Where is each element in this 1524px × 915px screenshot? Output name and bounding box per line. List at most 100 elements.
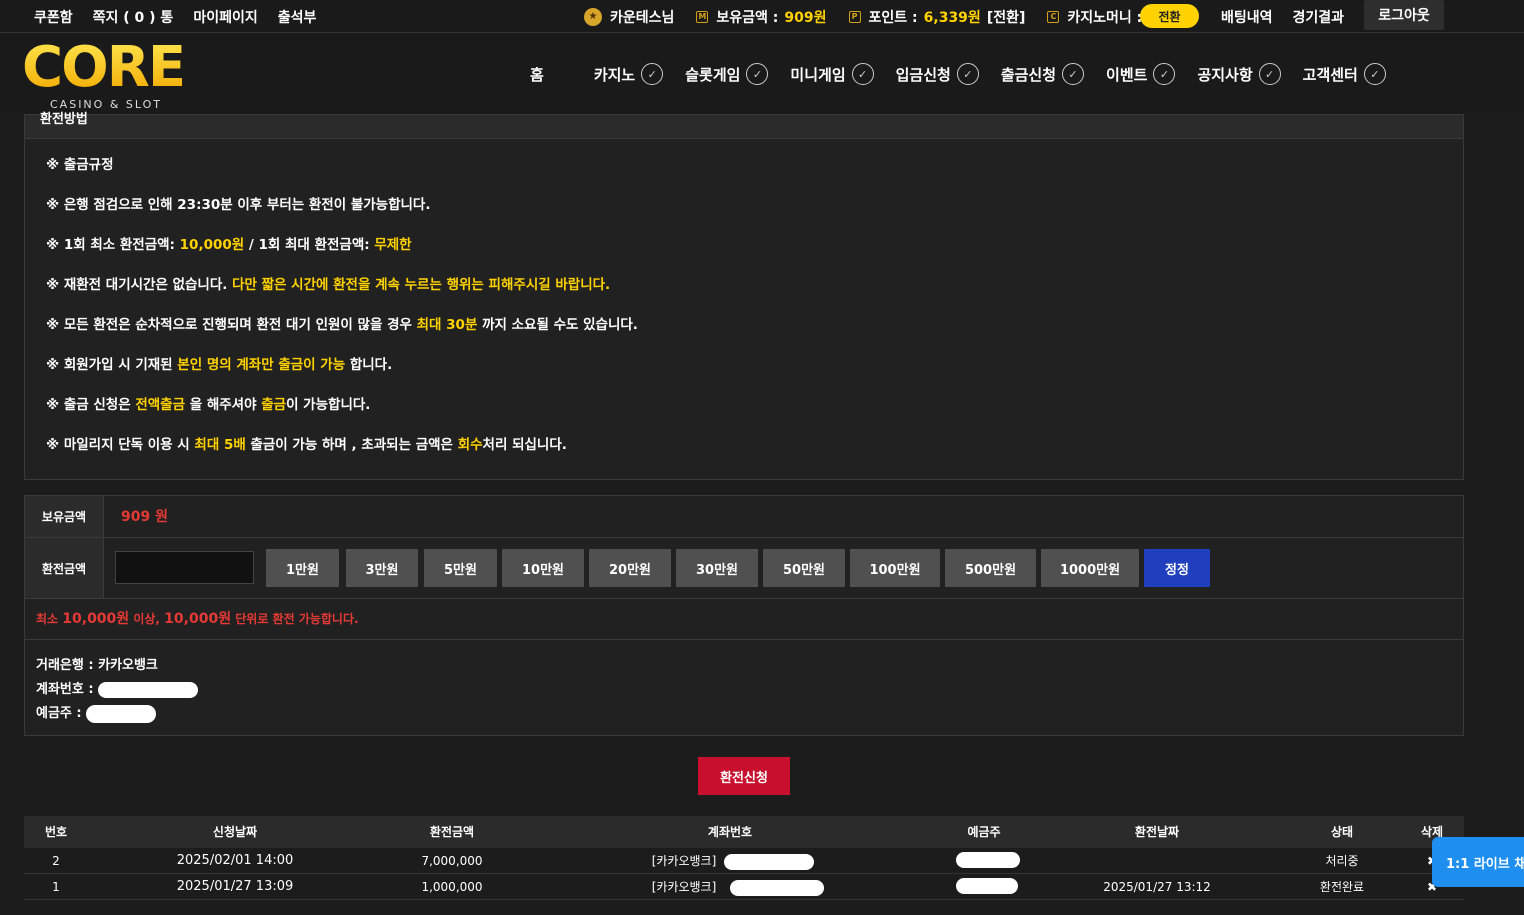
chevron-down-icon: ✓: [956, 63, 979, 85]
amount-1m-button[interactable]: 100만원: [850, 549, 940, 587]
point-icon: P: [848, 10, 861, 23]
amount-200k-button[interactable]: 20만원: [589, 549, 671, 587]
nav-notice[interactable]: 공지사항 ✓: [1197, 63, 1281, 85]
rule-highlight: 다만 짧은 시간에 환전을 계속 누르는 행위는 피해주시길 바랍니다.: [232, 277, 611, 293]
nav-slot[interactable]: 슬롯게임 ✓: [685, 63, 769, 85]
casino-money-icon: C: [1047, 10, 1060, 23]
amount-row-label: 환전금액: [25, 538, 104, 598]
nav-deposit-label: 입금신청: [895, 65, 951, 84]
rule-text: 합니다.: [345, 357, 393, 373]
user-coin-icon: ★: [584, 7, 602, 26]
attendance-link[interactable]: 출석부: [278, 7, 317, 27]
note-text: 이상,: [129, 612, 165, 626]
redacted-account: [724, 854, 814, 870]
bet-history-link[interactable]: 배팅내역: [1221, 7, 1273, 27]
message-link[interactable]: 쪽지 ( 0 ) 통: [93, 7, 174, 27]
rule-text: 출금이 가능 하며 , 초과되는 금액은: [245, 437, 458, 453]
amount-300k-button[interactable]: 30만원: [676, 549, 758, 587]
chevron-down-icon: ✓: [746, 63, 769, 85]
main-header: CORE CASINO & SLOT 홈 카지노 ✓ 슬롯게임 ✓ 미니게임 ✓ 입금…: [0, 34, 1524, 114]
chevron-down-icon: ✓: [1062, 63, 1085, 85]
withdraw-amount-input[interactable]: [115, 551, 254, 584]
account-line: 계좌번호 :: [36, 678, 199, 702]
col-account: 계좌번호: [707, 825, 753, 839]
rule-item: ※ 은행 점검으로 인해 23:30분 이후 부터는 환전이 불가능합니다.: [46, 193, 638, 233]
withdraw-rules: 환전방법 ※ 출금규정 ※ 은행 점검으로 인해 23:30분 이후 부터는 환…: [24, 113, 1464, 480]
amount-500k-button[interactable]: 50만원: [763, 549, 845, 587]
withdraw-history-table: 번호 신청날짜 환전금액 계좌번호 예금주 환전날짜 상태 삭제 2 2025/…: [24, 816, 1464, 900]
amount-5m-button[interactable]: 500만원: [945, 549, 1036, 587]
min-withdraw-note: 최소 10,000원 이상, 10,000원 단위로 환전 가능합니다.: [36, 599, 359, 640]
reset-button[interactable]: 정정: [1144, 549, 1210, 587]
logo-subtext: CASINO & SLOT: [50, 98, 162, 111]
amount-50k-button[interactable]: 5만원: [424, 549, 497, 587]
bank-info-row: 거래은행 : 카카오뱅크 계좌번호 : 예금주 :: [25, 640, 1463, 735]
rule-highlight: 회수: [457, 437, 483, 453]
nav-home-label: 홈: [530, 65, 544, 84]
redacted-holder: [956, 852, 1020, 868]
point-convert-link[interactable]: [전환]: [987, 7, 1026, 27]
balance-row-label: 보유금액: [25, 496, 104, 537]
money-icon: M: [696, 10, 709, 23]
nav-withdraw-label: 출금신청: [1000, 65, 1057, 84]
rule-highlight: 10,000원: [179, 237, 245, 253]
nav-withdraw[interactable]: 출금신청 ✓: [1000, 63, 1085, 85]
note-amount: 10,000원: [164, 611, 232, 627]
nav-minigame-label: 미니게임: [790, 65, 846, 84]
amount-30k-button[interactable]: 3만원: [346, 549, 418, 587]
bank-info: 거래은행 : 카카오뱅크 계좌번호 : 예금주 :: [36, 654, 199, 726]
redacted-account: [98, 681, 199, 698]
coupon-link[interactable]: 쿠폰함: [34, 7, 73, 27]
withdraw-submit-button[interactable]: 환전신청: [698, 757, 790, 795]
bank-name: 카카오뱅크: [98, 658, 158, 673]
point-value: 6,339원: [923, 9, 981, 26]
mypage-link[interactable]: 마이페이지: [193, 7, 257, 27]
col-status: 상태: [1330, 825, 1354, 839]
col-no: 번호: [44, 825, 68, 839]
chevron-down-icon: ✓: [1258, 63, 1281, 85]
nav-event-label: 이벤트: [1106, 65, 1148, 84]
nav-casino-label: 카지노: [593, 65, 636, 84]
convert-button[interactable]: 전환: [1140, 4, 1199, 28]
nav-support[interactable]: 고객센터 ✓: [1303, 63, 1386, 85]
live-chat-button[interactable]: 1:1 라이브 채팅: [1432, 837, 1524, 887]
rule-text: 처리 되십니다.: [482, 437, 567, 453]
rule-item: ※ 출금 신청은 전액출금 을 해주셔야 출금이 가능합니다.: [46, 393, 638, 433]
rule-text: ※ 재환전 대기시간은 없습니다.: [46, 277, 233, 293]
redacted-holder: [956, 878, 1018, 894]
nav-event[interactable]: 이벤트 ✓: [1106, 63, 1176, 85]
chevron-down-icon: ✓: [1363, 63, 1386, 85]
amount-100k-button[interactable]: 10만원: [502, 549, 584, 587]
site-logo[interactable]: CORE CASINO & SLOT: [22, 40, 187, 112]
nav-deposit[interactable]: 입금신청 ✓: [896, 63, 979, 85]
rule-item: ※ 출금규정: [46, 153, 638, 193]
amount-10k-button[interactable]: 1만원: [266, 549, 339, 587]
match-results-link[interactable]: 경기결과: [1293, 7, 1345, 27]
rule-highlight: 무제한: [374, 237, 412, 253]
main-nav: 홈 카지노 ✓ 슬롯게임 ✓ 미니게임 ✓ 입금신청 ✓ 출금신청 ✓ 이벤트 ✓ 공지사항…: [530, 34, 1408, 114]
nav-casino[interactable]: 카지노 ✓: [593, 63, 664, 85]
account-label: 계좌번호 :: [36, 682, 94, 697]
rule-text: ※ 출금 신청은: [46, 397, 136, 413]
rule-highlight: 최대 5배: [194, 437, 246, 453]
row-account: [카카오뱅크]: [651, 854, 717, 868]
col-amount: 환전금액: [429, 825, 475, 839]
amount-10m-button[interactable]: 1000만원: [1041, 549, 1139, 587]
rule-text: ※ 1회 최소 환전금액:: [46, 237, 180, 253]
row-date: 2025/01/27 13:09: [176, 879, 294, 894]
col-date: 신청날짜: [212, 825, 258, 839]
nav-support-label: 고객센터: [1302, 65, 1358, 84]
balance-label: 보유금액 :: [716, 9, 779, 26]
top-links: 쿠폰함 쪽지 ( 0 ) 통 마이페이지 출석부: [34, 0, 316, 33]
rule-item: ※ 회원가입 시 기재된 본인 명의 계좌만 출금이 가능 합니다.: [46, 353, 638, 393]
logout-button[interactable]: 로그아웃: [1364, 0, 1444, 30]
table-row: 2 2025/02/01 14:00 7,000,000 [카카오뱅크] 처리중…: [24, 848, 1464, 874]
point-label: 포인트 :: [868, 9, 918, 26]
rule-text: 이 가능합니다.: [286, 397, 371, 413]
nav-home[interactable]: 홈: [530, 64, 544, 85]
row-amount: 1,000,000: [421, 880, 483, 894]
nav-minigame[interactable]: 미니게임 ✓: [790, 63, 874, 85]
bank-label: 거래은행 :: [36, 658, 99, 673]
rule-text: ※ 회원가입 시 기재된: [46, 357, 178, 373]
rule-highlight: 본인 명의 계좌만 출금이 가능: [177, 357, 346, 373]
